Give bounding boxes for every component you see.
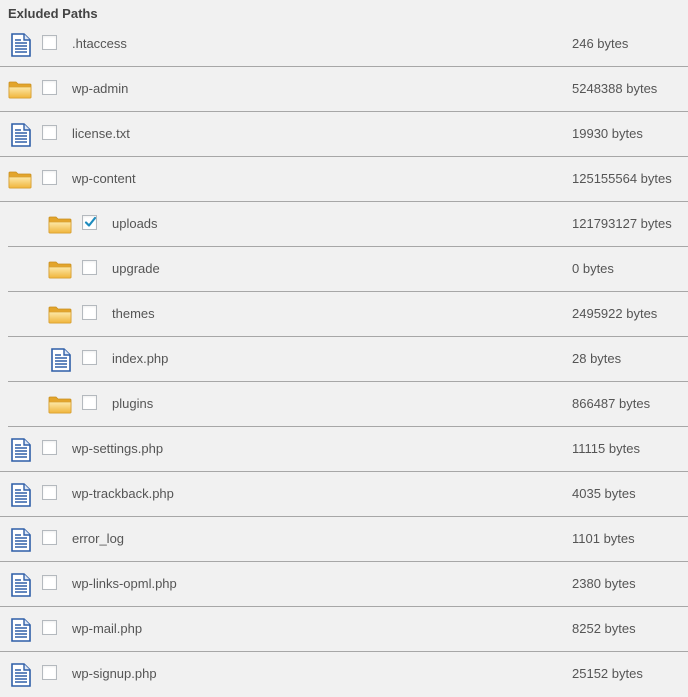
path-size: 2495922 bytes: [572, 306, 658, 321]
path-size: 0 bytes: [572, 261, 614, 276]
path-name: wp-settings.php: [72, 441, 164, 456]
file-icon: [10, 438, 32, 462]
path-row-8: plugins 866487 bytes: [8, 382, 688, 427]
folder-icon: [48, 305, 72, 329]
path-name: wp-signup.php: [72, 666, 157, 681]
section-heading: Exluded Paths: [8, 6, 98, 21]
path-checkbox[interactable]: [42, 485, 57, 500]
path-row-7: index.php 28 bytes: [8, 337, 688, 382]
excluded-paths-panel: Exluded Paths .htaccess 246 bytes wp-adm…: [0, 0, 688, 694]
path-size: 4035 bytes: [572, 486, 636, 501]
path-size: 8252 bytes: [572, 621, 636, 636]
file-icon: [50, 348, 72, 372]
file-icon: [10, 528, 32, 552]
path-row-4: uploads 121793127 bytes: [8, 202, 688, 247]
path-row-12: wp-links-opml.php 2380 bytes: [0, 562, 688, 607]
path-checkbox[interactable]: [42, 665, 57, 680]
path-checkbox[interactable]: [82, 260, 97, 275]
file-icon: [10, 573, 32, 597]
path-size: 2380 bytes: [572, 576, 636, 591]
path-row-2: license.txt 19930 bytes: [0, 112, 688, 157]
folder-icon: [8, 170, 32, 194]
path-row-6: themes 2495922 bytes: [8, 292, 688, 337]
path-size: 25152 bytes: [572, 666, 643, 681]
file-icon: [10, 663, 32, 687]
path-name: license.txt: [72, 126, 130, 141]
folder-icon: [48, 215, 72, 239]
path-checkbox[interactable]: [82, 215, 97, 230]
path-size: 19930 bytes: [572, 126, 643, 141]
path-row-11: error_log 1101 bytes: [0, 517, 688, 562]
path-name: plugins: [112, 396, 154, 411]
path-checkbox[interactable]: [82, 305, 97, 320]
path-row-1: wp-admin 5248388 bytes: [0, 67, 688, 112]
file-icon: [10, 618, 32, 642]
path-name: themes: [112, 306, 155, 321]
path-row-9: wp-settings.php 11115 bytes: [0, 427, 688, 472]
file-icon: [10, 483, 32, 507]
path-checkbox[interactable]: [42, 80, 57, 95]
path-checkbox[interactable]: [42, 440, 57, 455]
file-icon: [10, 33, 32, 57]
folder-icon: [8, 80, 32, 104]
path-size: 11115 bytes: [572, 441, 640, 456]
path-size: 866487 bytes: [572, 396, 651, 411]
path-size: 28 bytes: [572, 351, 622, 366]
path-size: 1101 bytes: [572, 531, 635, 546]
path-checkbox[interactable]: [82, 395, 97, 410]
path-name: .htaccess: [72, 36, 127, 51]
path-checkbox[interactable]: [42, 530, 57, 545]
path-size: 121793127 bytes: [572, 216, 672, 231]
path-row-0: .htaccess 246 bytes: [0, 22, 688, 67]
path-name: wp-links-opml.php: [72, 576, 177, 591]
path-name: upgrade: [112, 261, 160, 276]
path-name: wp-admin: [72, 81, 129, 96]
path-checkbox[interactable]: [42, 125, 57, 140]
path-name: wp-trackback.php: [72, 486, 174, 501]
path-row-3: wp-content 125155564 bytes: [0, 157, 688, 202]
path-name: wp-mail.php: [72, 621, 143, 636]
path-list: .htaccess 246 bytes wp-admin 5248388 byt…: [0, 22, 688, 697]
file-icon: [10, 123, 32, 147]
checkmark-icon: [84, 216, 97, 227]
path-name: error_log: [72, 531, 125, 546]
path-name: uploads: [112, 216, 158, 231]
path-checkbox[interactable]: [82, 350, 97, 365]
folder-icon: [48, 260, 72, 284]
path-checkbox[interactable]: [42, 575, 57, 590]
folder-icon: [48, 395, 72, 419]
path-name: wp-content: [72, 171, 136, 186]
path-row-13: wp-mail.php 8252 bytes: [0, 607, 688, 652]
path-checkbox[interactable]: [42, 170, 57, 185]
path-checkbox[interactable]: [42, 620, 57, 635]
path-checkbox[interactable]: [42, 35, 57, 50]
path-size: 246 bytes: [572, 36, 629, 51]
path-row-10: wp-trackback.php 4035 bytes: [0, 472, 688, 517]
path-row-5: upgrade 0 bytes: [8, 247, 688, 292]
path-name: index.php: [112, 351, 169, 366]
path-size: 5248388 bytes: [572, 81, 658, 96]
path-size: 125155564 bytes: [572, 171, 672, 186]
path-row-14: wp-signup.php 25152 bytes: [0, 652, 688, 697]
